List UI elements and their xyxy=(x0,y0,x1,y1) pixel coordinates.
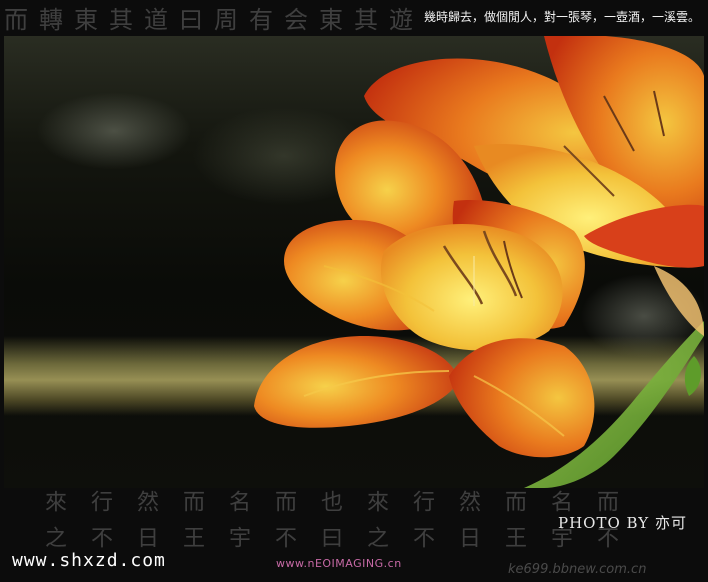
poem-caption: 幾時歸去，做個閒人，對一張琴，一壺酒，一溪雲。 xyxy=(423,10,700,24)
calligraphy-column: 行不 xyxy=(409,490,434,562)
calligraphy-column: 名宇 xyxy=(225,490,250,562)
faint-url-watermark: ke699.bbnew.com.cn xyxy=(508,562,647,577)
flower-illustration xyxy=(254,36,704,488)
calligraphy-column: 而王 xyxy=(179,490,204,562)
studio-url-mark: www.nEOIMAGING.cn xyxy=(276,557,402,570)
calligraphy-column: 然日 xyxy=(455,490,480,562)
photo-credit: PHOTO BY 亦可 xyxy=(558,514,687,532)
photo-frame: 而轉東其道曰周有会東其遊 幾時歸去，做個閒人，對一張琴，一壺酒，一溪雲。 來之 … xyxy=(0,0,708,582)
flower-photo xyxy=(4,36,704,488)
site-url-watermark: www.shxzd.com xyxy=(12,550,166,571)
